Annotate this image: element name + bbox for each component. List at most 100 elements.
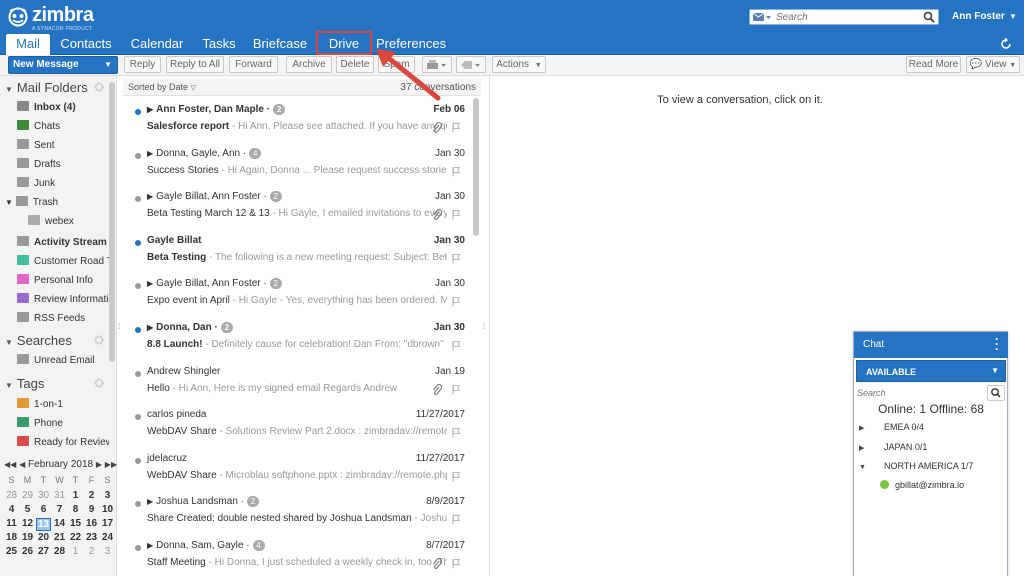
calendar-day[interactable]: 12 (20, 518, 35, 531)
print-menu-button[interactable] (422, 56, 452, 73)
expand-thread-icon[interactable]: ▶ (147, 105, 153, 114)
prev-month-icon[interactable]: ◀ (19, 460, 25, 469)
sidebar-resize-handle[interactable]: ⁞ (118, 322, 120, 331)
searches-header[interactable]: ▼ Searches (5, 333, 72, 349)
expand-triangle-icon[interactable]: ▶ (859, 424, 884, 432)
collapse-triangle-icon[interactable]: ▼ (5, 381, 13, 390)
calendar-day[interactable]: 17 (100, 518, 115, 531)
flag-icon[interactable] (451, 209, 461, 220)
view-menu-button[interactable]: 💬 View ▼ (966, 56, 1020, 73)
tag-1-on-1[interactable]: 1-on-1 (17, 398, 109, 414)
calendar-day[interactable]: 4 (4, 504, 19, 517)
unread-dot-icon[interactable] (135, 239, 141, 246)
gear-icon[interactable] (94, 82, 104, 92)
read-dot-icon[interactable] (135, 414, 141, 421)
flag-icon[interactable] (451, 384, 461, 395)
calendar-day[interactable]: 25 (4, 546, 19, 559)
calendar-day[interactable]: 10 (100, 504, 115, 517)
expand-thread-icon[interactable]: ▶ (147, 497, 153, 506)
folder-sent[interactable]: Sent (17, 139, 109, 155)
new-message-button[interactable]: New Message ▼ (8, 56, 118, 74)
collapse-triangle-icon[interactable]: ▼ (5, 85, 13, 94)
expand-thread-icon[interactable]: ▶ (147, 149, 153, 158)
mail-folders-header[interactable]: ▼ Mail Folders (5, 80, 88, 96)
calendar-day[interactable]: 2 (84, 490, 99, 503)
folder-trash[interactable]: ▼ Trash (5, 196, 109, 212)
more-options-icon[interactable]: · · · (995, 333, 999, 355)
gear-icon[interactable] (94, 335, 104, 345)
actions-menu-button[interactable]: Actions ▼ (492, 56, 546, 73)
reply-button[interactable]: Reply (124, 56, 161, 73)
list-scrollbar[interactable] (473, 98, 479, 236)
read-dot-icon[interactable] (135, 545, 141, 551)
folder-junk[interactable]: Junk (17, 177, 109, 193)
folder-webex[interactable]: webex (28, 215, 108, 231)
tag-ready-for-review[interactable]: Ready for Review (17, 436, 109, 452)
calendar-day[interactable]: 1 (68, 546, 83, 559)
conversation-row[interactable]: jdelacruz 11/27/2017 WebDAV Share - Microb… (123, 448, 473, 491)
flag-icon[interactable] (451, 558, 461, 569)
expand-triangle-icon[interactable]: ▼ (5, 198, 13, 207)
folder-activity-stream[interactable]: Activity Stream ( (17, 236, 109, 252)
calendar-day[interactable]: 8 (68, 504, 83, 517)
calendar-day[interactable]: 28 (52, 546, 67, 559)
tab-contacts[interactable]: Contacts (56, 34, 116, 55)
zimbra-logo[interactable]: zimbra A SYNACOR PRODUCT (7, 4, 99, 32)
calendar-day[interactable]: 22 (68, 532, 83, 545)
conversation-row[interactable]: ▶ Donna, Dan · 2 Jan 30 8.8 Launch! - Defini… (123, 317, 473, 360)
expand-thread-icon[interactable]: ▶ (147, 279, 153, 288)
conversation-row[interactable]: ▶ Donna, Sam, Gayle · 4 8/7/2017 Staff Meeti… (123, 535, 473, 576)
calendar-day[interactable]: 1 (68, 490, 83, 503)
read-dot-icon[interactable] (135, 457, 141, 464)
gear-icon[interactable] (94, 378, 104, 388)
tab-briefcase[interactable]: Briefcase (252, 34, 308, 55)
search-unread-email[interactable]: Unread Email (17, 354, 109, 370)
calendar-day[interactable]: 6 (36, 504, 51, 517)
flag-icon[interactable] (451, 296, 461, 307)
delete-button[interactable]: Delete (336, 56, 374, 73)
conversation-row[interactable]: ▶ Gayle Billat, Ann Foster · 2 Jan 30 Beta T… (123, 186, 473, 229)
collapse-triangle-icon[interactable]: ▼ (5, 338, 13, 347)
calendar-day[interactable]: 11 (4, 518, 19, 531)
conversation-row[interactable]: Andrew Shingler Jan 19 Hello - Hi Ann, Her… (123, 361, 473, 404)
search-type-dropdown[interactable] (752, 12, 772, 23)
refresh-icon[interactable] (999, 37, 1013, 51)
unread-dot-icon[interactable] (135, 327, 141, 333)
tab-tasks[interactable]: Tasks (198, 34, 240, 55)
folder-rss-feeds[interactable]: RSS Feeds (17, 312, 109, 328)
calendar-day[interactable]: 20 (36, 532, 51, 545)
conversation-row[interactable]: ▶ Gayle Billat, Ann Foster · 2 Jan 30 Expo e… (123, 273, 473, 316)
reply-all-button[interactable]: Reply to All (166, 56, 224, 73)
sidebar-scrollbar[interactable] (109, 82, 115, 362)
unread-dot-icon[interactable] (135, 109, 141, 115)
calendar-day[interactable]: 3 (100, 546, 115, 559)
calendar-day[interactable]: 16 (84, 518, 99, 531)
calendar-day-today[interactable]: 13 (36, 518, 51, 531)
chat-search-button[interactable] (987, 385, 1005, 401)
search-input[interactable] (776, 11, 916, 24)
read-dot-icon[interactable] (135, 152, 141, 159)
expand-triangle-icon[interactable]: ▶ (859, 444, 884, 452)
flag-icon[interactable] (451, 166, 461, 177)
reading-pane-resize-handle[interactable]: ⁞ (483, 322, 485, 331)
folder-customer-road[interactable]: Customer Road T (17, 255, 109, 271)
tag-phone[interactable]: Phone (17, 417, 109, 433)
calendar-day[interactable]: 28 (4, 490, 19, 503)
flag-icon[interactable] (451, 471, 461, 482)
spam-button[interactable]: Spam (378, 56, 415, 73)
calendar-day[interactable]: 26 (20, 546, 35, 559)
calendar-day[interactable]: 27 (36, 546, 51, 559)
chat-group-north-america[interactable]: ▼ NORTH AMERICA 1/7 (859, 461, 973, 471)
tab-drive[interactable]: Drive (316, 31, 372, 55)
chat-search-input[interactable] (857, 386, 984, 400)
read-dot-icon[interactable] (135, 283, 141, 290)
calendar-day[interactable]: 23 (84, 532, 99, 545)
forward-button[interactable]: Forward (229, 56, 278, 73)
flag-icon[interactable] (451, 340, 461, 351)
calendar-day[interactable]: 14 (52, 518, 67, 531)
read-dot-icon[interactable] (135, 501, 141, 508)
calendar-day[interactable]: 24 (100, 532, 115, 545)
expand-thread-icon[interactable]: ▶ (147, 541, 153, 550)
calendar-day[interactable]: 31 (52, 490, 67, 503)
read-dot-icon[interactable] (135, 196, 141, 203)
